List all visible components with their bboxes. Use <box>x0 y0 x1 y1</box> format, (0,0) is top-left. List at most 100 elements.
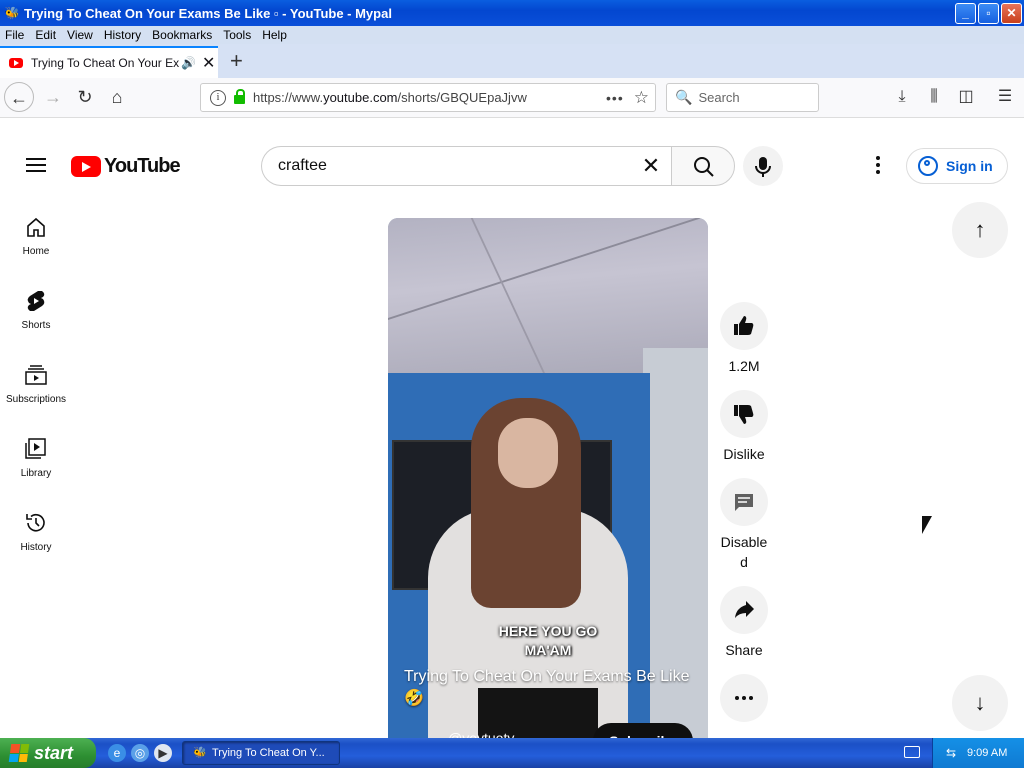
sidebar-item-library[interactable]: Library <box>0 430 72 504</box>
quicklaunch-icon[interactable]: ◎ <box>131 744 149 762</box>
comment-icon <box>735 494 753 511</box>
bookmark-star-icon[interactable]: ☆ <box>634 88 649 108</box>
like-count: 1.2M <box>728 358 760 374</box>
sidebar-item-home[interactable]: Home <box>0 208 72 282</box>
taskbar-window-item[interactable]: 🐝 Trying To Cheat On Y... <box>182 741 340 765</box>
next-short-button[interactable]: ↓ <box>952 675 1008 731</box>
taskbar-window-label: Trying To Cheat On Y... <box>212 747 325 759</box>
address-bar[interactable]: i https://www.youtube.com/shorts/GBQUEpa… <box>200 83 656 112</box>
forward-button[interactable]: → <box>38 82 68 112</box>
search-icon <box>694 157 714 177</box>
start-button[interactable]: start <box>0 738 96 768</box>
subscriptions-icon <box>24 364 48 386</box>
more-horizontal-icon <box>735 696 753 700</box>
clock[interactable]: 9:09 AM <box>967 747 1007 759</box>
sidebar-item-shorts[interactable]: Shorts <box>0 282 72 356</box>
menu-help[interactable]: Help <box>257 28 293 42</box>
speaker-icon[interactable]: 🔊 <box>181 56 196 70</box>
library-icon <box>24 438 48 460</box>
sidebar-toggle-icon[interactable]: ◫ <box>953 84 979 110</box>
microphone-icon <box>755 157 771 177</box>
search-engine-icon: 🔍 <box>675 89 693 105</box>
menu-edit[interactable]: Edit <box>30 28 62 42</box>
mypal-taskbar-icon: 🐝 <box>193 747 207 759</box>
navigation-toolbar: ← → ↻ ⌂ i https://www.youtube.com/shorts… <box>0 78 1024 118</box>
network-icon[interactable]: ⇆ <box>943 745 959 761</box>
browser-search-placeholder: Search <box>698 90 740 105</box>
app-menu-icon[interactable]: ☰ <box>992 84 1018 110</box>
like-action: 1.2M <box>718 302 770 376</box>
library-toolbar-icon[interactable]: ⫼ <box>921 84 947 110</box>
browser-search-field[interactable]: 🔍 Search <box>666 83 819 112</box>
start-label: start <box>34 742 74 763</box>
tab-strip: Trying To Cheat On Your Exam 🔊 ✕ + <box>0 44 1024 78</box>
like-button[interactable] <box>720 302 768 350</box>
settings-more-icon[interactable] <box>868 154 888 178</box>
keyboard-icon[interactable] <box>904 746 920 758</box>
share-label: Share <box>725 642 763 658</box>
youtube-favicon-icon <box>9 58 23 68</box>
dislike-button[interactable] <box>720 390 768 438</box>
system-tray: ⇆ 9:09 AM <box>932 738 1024 768</box>
menu-history[interactable]: History <box>99 28 147 42</box>
new-tab-button[interactable]: + <box>230 50 243 72</box>
short-title[interactable]: Trying To Cheat On Your Exams Be Like 🤣 <box>404 666 704 710</box>
mouse-cursor-icon <box>922 516 932 534</box>
close-window-button[interactable]: ✕ <box>1001 2 1022 24</box>
home-button[interactable]: ⌂ <box>102 82 132 112</box>
history-icon <box>24 512 48 534</box>
internet-explorer-icon[interactable]: e <box>108 744 126 762</box>
sidebar-item-history[interactable]: History <box>0 504 72 578</box>
account-icon <box>918 156 938 176</box>
shorts-icon <box>24 290 48 312</box>
media-player-icon[interactable]: ▶ <box>154 744 172 762</box>
minimize-button[interactable]: _ <box>955 2 976 24</box>
menu-file[interactable]: File <box>0 28 30 42</box>
thumbs-up-icon <box>734 316 754 335</box>
youtube-logo[interactable]: YouTube <box>71 155 181 178</box>
window-title: Trying To Cheat On Your Exams Be Like ▫ … <box>24 5 392 21</box>
home-icon <box>24 216 48 238</box>
window-titlebar[interactable]: 🐝 Trying To Cheat On Your Exams Be Like … <box>0 0 1024 26</box>
thumbs-down-icon <box>734 405 754 424</box>
site-info-icon[interactable]: i <box>210 89 226 106</box>
menu-view[interactable]: View <box>62 28 99 42</box>
sidebar-item-subscriptions[interactable]: Subscriptions <box>0 356 72 430</box>
back-button[interactable]: ← <box>4 82 34 112</box>
tab-youtube-short[interactable]: Trying To Cheat On Your Exam 🔊 ✕ <box>0 46 218 78</box>
comments-action: Disable d <box>718 478 770 572</box>
url-text[interactable]: https://www.youtube.com/shorts/GBQUEpaJj… <box>253 90 606 105</box>
previous-short-button[interactable]: ↑ <box>952 202 1008 258</box>
comments-button[interactable] <box>720 478 768 526</box>
sign-in-label: Sign in <box>946 158 993 174</box>
sidebar-label: Library <box>20 468 52 479</box>
page-actions-icon[interactable]: ••• <box>606 90 624 106</box>
youtube-search-input[interactable]: craftee ✕ <box>261 146 671 186</box>
sidebar-label: Home <box>22 246 50 257</box>
share-action: Share <box>718 586 770 660</box>
share-button[interactable] <box>720 586 768 634</box>
shorts-video-player[interactable]: HERE YOU GO MA'AM Trying To Cheat On You… <box>388 218 708 758</box>
reload-button[interactable]: ↻ <box>70 82 100 112</box>
dislike-label: Dislike <box>723 446 765 462</box>
menu-bookmarks[interactable]: Bookmarks <box>147 28 218 42</box>
voice-search-button[interactable] <box>743 146 783 186</box>
youtube-header: YouTube craftee ✕ Sign in <box>0 138 1024 194</box>
youtube-search-button[interactable] <box>671 146 735 186</box>
arrow-down-icon: ↓ <box>974 690 986 715</box>
more-options-button[interactable] <box>720 674 768 722</box>
windows-taskbar: start e ◎ ▶ 🐝 Trying To Cheat On Y... ⇆ … <box>0 738 1024 768</box>
close-tab-icon[interactable]: ✕ <box>202 53 215 73</box>
search-query[interactable]: craftee <box>262 157 631 175</box>
sidebar-label: History <box>20 542 52 553</box>
clear-search-icon[interactable]: ✕ <box>631 155 671 177</box>
downloads-icon[interactable]: ⤓ <box>889 84 915 110</box>
menu-tools[interactable]: Tools <box>218 28 257 42</box>
maximize-button[interactable]: ▫ <box>978 2 999 24</box>
sidebar-label: Shorts <box>21 320 51 331</box>
arrow-up-icon: ↑ <box>974 217 986 242</box>
sign-in-button[interactable]: Sign in <box>906 148 1008 184</box>
comments-disabled-label: Disable d <box>720 534 768 570</box>
youtube-play-logo-icon <box>71 156 101 177</box>
guide-menu-icon[interactable] <box>26 158 46 172</box>
